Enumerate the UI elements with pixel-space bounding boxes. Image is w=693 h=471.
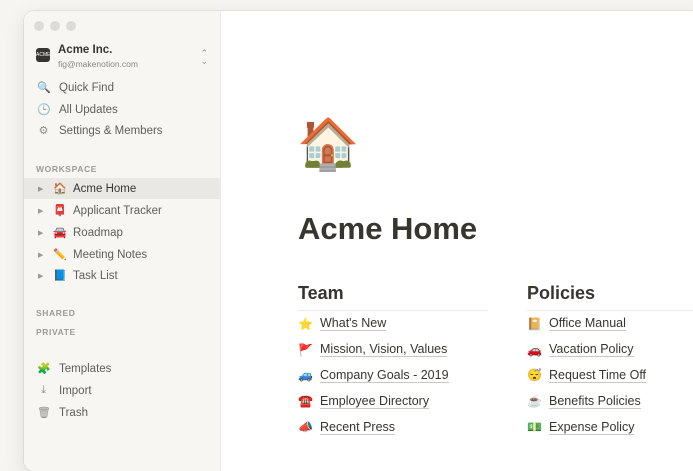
workspace-switcher[interactable]: ACME Acme Inc. fig@makenotion.com ⌃ ⌄: [34, 43, 214, 71]
sidebar-page-meeting-notes[interactable]: ▶ ✏️ Meeting Notes: [24, 244, 220, 265]
search-icon: 🔍: [37, 82, 51, 94]
sidebar-page-label: Roadmap: [73, 226, 123, 239]
house-icon: 🏠: [53, 183, 67, 195]
team-link-employee-directory[interactable]: ☎️ Employee Directory: [298, 388, 488, 414]
triangle-right-icon[interactable]: ▶: [38, 229, 43, 237]
nav-label: Quick Find: [59, 81, 114, 94]
page-title[interactable]: Acme Home: [298, 211, 477, 247]
triangle-right-icon[interactable]: ▶: [38, 272, 43, 280]
page-link-label[interactable]: Vacation Policy: [549, 342, 634, 358]
maximize-window-button[interactable]: [66, 21, 76, 31]
import-icon: ⤓: [41, 384, 46, 396]
section-label-workspace: WORKSPACE: [36, 164, 97, 174]
car-icon: 🚘: [53, 227, 67, 239]
page-content: 🏠 Acme Home Team ⭐ What's New 🚩 Mission,…: [221, 11, 693, 471]
sidebar-page-label: Task List: [73, 269, 118, 282]
workspace-name: Acme Inc.: [58, 44, 113, 56]
policy-link-office-manual[interactable]: 📔 Office Manual: [527, 311, 693, 337]
page-link-label[interactable]: Employee Directory: [320, 394, 430, 409]
workspace-logo-icon: ACME: [36, 48, 50, 62]
minimize-window-button[interactable]: [50, 21, 60, 31]
policy-link-time-off[interactable]: 😴 Request Time Off: [527, 363, 693, 389]
sidebar-page-label: Applicant Tracker: [73, 204, 162, 217]
team-link-company-goals[interactable]: 🚙 Company Goals - 2019: [298, 363, 488, 389]
trash-icon: 🗑: [37, 407, 51, 419]
triangle-right-icon[interactable]: ▶: [38, 185, 43, 193]
triangle-right-icon[interactable]: ▶: [38, 251, 43, 259]
team-link-mission[interactable]: 🚩 Mission, Vision, Values: [298, 337, 488, 363]
nav-templates[interactable]: 🧩 Templates: [24, 358, 220, 379]
notebook-icon: 📔: [527, 316, 542, 331]
page-link-label[interactable]: What's New: [320, 316, 387, 332]
section-label-private[interactable]: PRIVATE: [36, 327, 76, 337]
nav-label: Import: [59, 384, 92, 397]
page-link-label[interactable]: Office Manual: [549, 316, 626, 332]
car-icon: 🚙: [298, 368, 313, 383]
postbox-icon: 📮: [53, 205, 67, 217]
triangle-right-icon[interactable]: ▶: [38, 207, 43, 215]
telephone-icon: ☎️: [298, 394, 313, 409]
coffee-icon: ☕: [527, 394, 542, 409]
team-heading: Team: [298, 283, 488, 311]
policies-column: Policies 📔 Office Manual 🚗 Vacation Poli…: [527, 283, 693, 440]
sidebar-page-applicant-tracker[interactable]: ▶ 📮 Applicant Tracker: [24, 200, 220, 221]
star-icon: ⭐: [298, 316, 313, 331]
sidebar-page-label: Meeting Notes: [73, 248, 148, 261]
page-link-label[interactable]: Recent Press: [320, 420, 396, 435]
workspace-email: fig@makenotion.com: [58, 59, 138, 69]
sidebar-page-acme-home[interactable]: ▶ 🏠 Acme Home: [24, 178, 220, 199]
flag-icon: 🚩: [298, 342, 313, 357]
clock-icon: 🕒: [37, 104, 51, 116]
page-link-label[interactable]: Request Time Off: [549, 368, 647, 383]
policy-link-benefits[interactable]: ☕ Benefits Policies: [527, 388, 693, 414]
window-controls: [34, 21, 76, 31]
nav-trash[interactable]: 🗑 Trash: [24, 402, 220, 423]
close-window-button[interactable]: [34, 21, 44, 31]
sidebar-page-label: Acme Home: [73, 182, 137, 195]
nav-label: Trash: [59, 406, 88, 419]
section-label-shared[interactable]: SHARED: [36, 308, 76, 318]
sidebar: ACME Acme Inc. fig@makenotion.com ⌃ ⌄ 🔍 Q…: [24, 11, 221, 471]
nav-label: All Updates: [59, 103, 118, 116]
sleeping-face-icon: 😴: [527, 368, 542, 383]
sidebar-page-task-list[interactable]: ▶ 📘 Task List: [24, 265, 220, 286]
pencil-icon: ✏️: [53, 249, 67, 261]
nav-quick-find[interactable]: 🔍 Quick Find: [24, 77, 220, 98]
megaphone-icon: 📣: [298, 420, 313, 435]
nav-label: Settings & Members: [59, 124, 163, 137]
team-link-whats-new[interactable]: ⭐ What's New: [298, 311, 488, 337]
sidebar-page-roadmap[interactable]: ▶ 🚘 Roadmap: [24, 222, 220, 243]
house-icon[interactable]: 🏠: [297, 116, 359, 172]
team-link-recent-press[interactable]: 📣 Recent Press: [298, 414, 488, 440]
nav-import[interactable]: ⤓ Import: [24, 380, 220, 401]
blue-book-icon: 📘: [53, 270, 67, 282]
team-column: Team ⭐ What's New 🚩 Mission, Vision, Val…: [298, 283, 488, 440]
page-link-label[interactable]: Expense Policy: [549, 420, 635, 435]
car-icon: 🚗: [527, 342, 542, 357]
policies-heading: Policies: [527, 283, 693, 311]
page-link-label[interactable]: Benefits Policies: [549, 394, 641, 409]
nav-settings-members[interactable]: ⚙ Settings & Members: [24, 120, 220, 141]
page-link-label[interactable]: Mission, Vision, Values: [320, 342, 448, 358]
nav-label: Templates: [59, 362, 112, 375]
nav-all-updates[interactable]: 🕒 All Updates: [24, 99, 220, 120]
policy-link-expense[interactable]: 💵 Expense Policy: [527, 414, 693, 440]
templates-icon: 🧩: [37, 363, 51, 375]
app-window: ACME Acme Inc. fig@makenotion.com ⌃ ⌄ 🔍 Q…: [24, 11, 693, 471]
page-link-label[interactable]: Company Goals - 2019: [320, 368, 449, 383]
gear-icon: ⚙: [38, 125, 49, 137]
policy-link-vacation[interactable]: 🚗 Vacation Policy: [527, 337, 693, 363]
chevron-up-down-icon: ⌃ ⌄: [200, 48, 208, 66]
money-icon: 💵: [527, 420, 542, 435]
